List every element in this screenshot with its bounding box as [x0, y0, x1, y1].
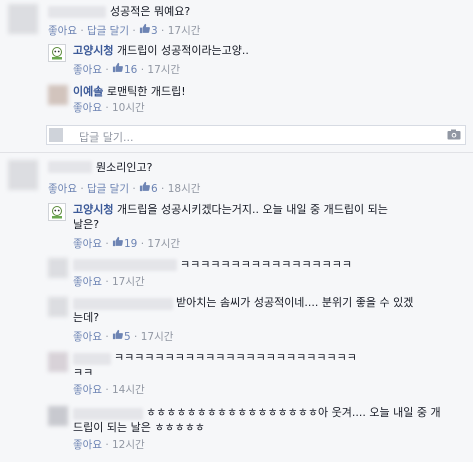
comment-text-continued: 날은? [73, 218, 100, 231]
avatar[interactable] [48, 258, 68, 278]
commenter-name[interactable]: 고양시청 [73, 44, 113, 57]
camera-icon[interactable] [447, 129, 461, 140]
comment-text-continued: ㅋㅋ [73, 366, 94, 379]
goyang-city-logo[interactable] [48, 44, 66, 62]
comment-meta: 좋아요 · 19 · 17시간 [73, 236, 181, 251]
avatar[interactable] [48, 352, 68, 372]
comment-text: 뭔소리인고? [96, 161, 153, 174]
comment-meta: 좋아요 · 답글 달기 · 3 · 17시간 [48, 23, 201, 38]
comment-text: ㅋㅋㅋㅋㅋㅋㅋㅋㅋㅋㅋㅋㅋㅋㅋㅋㅋ [180, 258, 353, 271]
timestamp[interactable]: 17시간 [147, 64, 180, 76]
avatar [49, 128, 63, 142]
avatar[interactable] [8, 4, 38, 34]
comment-meta: 좋아요 · 5 · 17시간 [73, 329, 174, 344]
commenter-name[interactable]: 이예솔 [73, 85, 103, 98]
timestamp[interactable]: 17시간 [141, 331, 174, 343]
comment-meta: 좋아요 · 12시간 [73, 439, 145, 451]
like-button[interactable]: 좋아요 [73, 238, 102, 250]
timestamp[interactable]: 12시간 [112, 439, 145, 451]
like-button[interactable]: 좋아요 [73, 331, 102, 343]
like-button[interactable]: 좋아요 [48, 183, 77, 195]
thumbs-up-icon [112, 329, 124, 344]
like-count[interactable]: 16 [124, 64, 137, 76]
commenter-name[interactable]: 고양시청 [73, 203, 113, 216]
comment-meta: 좋아요 · 10시간 [73, 102, 145, 114]
timestamp[interactable]: 17시간 [147, 238, 180, 250]
avatar[interactable] [8, 160, 38, 190]
timestamp[interactable]: 17시간 [168, 25, 201, 37]
avatar[interactable] [48, 85, 68, 105]
like-button[interactable]: 좋아요 [73, 439, 102, 451]
timestamp[interactable]: 17시간 [112, 276, 145, 288]
like-button[interactable]: 좋아요 [48, 25, 77, 37]
commenter-name[interactable] [48, 161, 92, 173]
comment-text: ㅋㅋㅋㅋㅋㅋㅋㅋㅋㅋㅋㅋㅋㅋㅋㅋㅋㅋㅋㅋㅋㅋㅋㅋ [114, 351, 357, 364]
comment-text: 개드립을 성공시키겠다는거지.. 오늘 내일 중 개드립이 되는 [116, 203, 388, 216]
like-count[interactable]: 6 [151, 183, 158, 195]
commenter-name[interactable] [73, 298, 173, 310]
like-count[interactable]: 3 [151, 25, 158, 37]
commenter-name[interactable] [73, 259, 177, 271]
comment-text: ㅎㅎㅎㅎㅎㅎㅎㅎㅎㅎㅎㅎㅎㅎㅎㅎㅎ아 웃겨.... 오늘 내일 중 개 [146, 406, 441, 419]
thumbs-up-icon [112, 62, 124, 77]
comment-text: 개드립이 성공적이라는고양.. [116, 44, 249, 57]
comment-text: 성공적은 뭐예요? [110, 5, 191, 18]
like-count[interactable]: 5 [124, 331, 131, 343]
thumbs-up-icon [139, 181, 151, 196]
timestamp[interactable]: 14시간 [112, 384, 145, 396]
comment-meta: 좋아요 · 16 · 17시간 [73, 62, 181, 77]
comment-text-continued: 는데? [73, 311, 100, 324]
thumbs-up-icon [139, 23, 151, 38]
commenter-name[interactable] [48, 6, 106, 18]
comment-text-continued: 드립이 되는 날은 ㅎㅎㅎㅎㅎ [73, 421, 205, 434]
commenter-name[interactable] [73, 353, 111, 365]
thumbs-up-icon [112, 236, 124, 251]
timestamp[interactable]: 10시간 [112, 102, 145, 114]
avatar[interactable] [48, 297, 68, 317]
reply-placeholder: 답글 달기... [79, 131, 134, 144]
like-button[interactable]: 좋아요 [73, 64, 102, 76]
comment-meta: 좋아요 · 17시간 [73, 276, 145, 288]
comment-text: 받아치는 솜씨가 성공적이네.... 분위기 좋을 수 있겠 [176, 296, 414, 309]
like-button[interactable]: 좋아요 [73, 102, 102, 114]
reply-input[interactable]: 답글 달기... [46, 125, 466, 145]
avatar[interactable] [48, 406, 68, 426]
reply-button[interactable]: 답글 달기 [87, 25, 129, 37]
comment-meta: 좋아요 · 14시간 [73, 384, 145, 396]
commenter-name[interactable] [73, 408, 143, 420]
comment-meta: 좋아요 · 답글 달기 · 6 · 18시간 [48, 181, 201, 196]
like-button[interactable]: 좋아요 [73, 276, 102, 288]
like-button[interactable]: 좋아요 [73, 384, 102, 396]
reply-button[interactable]: 답글 달기 [87, 183, 129, 195]
divider [0, 152, 473, 153]
goyang-city-logo[interactable] [48, 203, 66, 221]
comment-text: 로맨틱한 개드립! [106, 85, 186, 98]
like-count[interactable]: 19 [124, 238, 137, 250]
timestamp[interactable]: 18시간 [168, 183, 201, 195]
